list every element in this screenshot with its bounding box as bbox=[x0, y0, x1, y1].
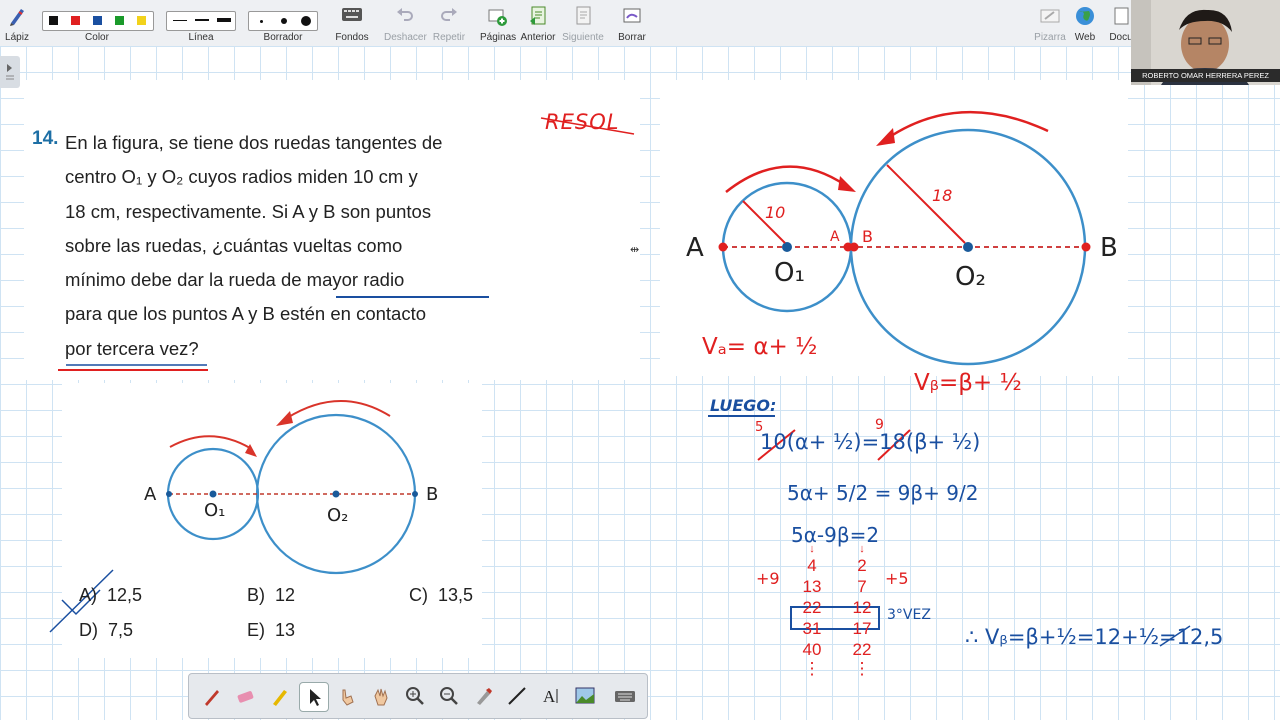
text-tool-icon: A bbox=[543, 687, 558, 706]
pen-tool-button[interactable] bbox=[197, 682, 225, 710]
annotation-eq2: 5α+ 5/2 = 9β+ 9/2 bbox=[787, 481, 979, 505]
zoom-in-button[interactable] bbox=[401, 682, 429, 710]
beta-value: 12 bbox=[852, 598, 872, 617]
enlarged-label-b: B bbox=[1100, 233, 1118, 263]
beta-value: 17 bbox=[852, 619, 872, 638]
radius-label-18: 18 bbox=[932, 186, 953, 205]
zoom-out-icon bbox=[440, 687, 458, 705]
annotation-resol: RESOL bbox=[545, 110, 620, 134]
pointer-icon bbox=[310, 689, 321, 706]
image-tool-icon bbox=[575, 687, 595, 704]
annotation-va: Vₐ= α+ ½ bbox=[702, 334, 818, 360]
marker-icon bbox=[273, 690, 287, 706]
presenter-name: ROBERTO OMAR HERRERA PEREZ bbox=[1131, 69, 1280, 82]
enlarged-label-a: A bbox=[686, 233, 704, 263]
annotation-final-answer: ∴ Vᵦ=β+½=12+½=12,5 bbox=[965, 625, 1224, 649]
webcam-overlay: ROBERTO OMAR HERRERA PEREZ bbox=[1131, 0, 1280, 85]
annotation-plus5: +5 bbox=[885, 569, 909, 588]
alpha-value: 13 bbox=[802, 577, 822, 596]
beta-value: ⋮ bbox=[853, 659, 871, 678]
beta-value: 22 bbox=[852, 640, 872, 659]
eraser-tool-button[interactable] bbox=[231, 682, 259, 710]
image-tool-button[interactable] bbox=[571, 682, 599, 710]
pointer-tool-button[interactable] bbox=[299, 682, 329, 712]
enlarged-label-o1: O₁ bbox=[774, 258, 805, 288]
beta-column: ↓ 2 7 12 17 22 ⋮ bbox=[850, 543, 874, 678]
keyboard-tool-button[interactable] bbox=[611, 682, 639, 710]
pan-tool-button[interactable] bbox=[367, 682, 395, 710]
annotation-plus9: +9 bbox=[756, 569, 780, 588]
highlighter-eraser-icon bbox=[237, 691, 254, 703]
beta-value: 2 bbox=[857, 556, 867, 575]
alpha-value: 22 bbox=[802, 598, 822, 617]
alpha-value: 31 bbox=[802, 619, 822, 638]
pen-icon bbox=[205, 690, 219, 706]
line-tool-icon bbox=[508, 687, 526, 705]
marker-tool-button[interactable] bbox=[265, 682, 293, 710]
drawing-tools-bar: A bbox=[188, 673, 648, 719]
text-tool-button[interactable]: A bbox=[537, 682, 565, 710]
annotation-tercera-vez: 3°VEZ bbox=[887, 607, 931, 623]
beta-value: 7 bbox=[857, 577, 867, 596]
hand-pointer-icon bbox=[342, 689, 354, 706]
contact-label-a: A bbox=[830, 229, 840, 245]
contact-label-b: B bbox=[862, 227, 873, 246]
zoom-in-icon bbox=[406, 687, 424, 705]
alpha-column: ↓ 4 13 22 31 40 ⋮ bbox=[800, 543, 824, 678]
alpha-value: 40 bbox=[802, 640, 822, 659]
keyboard-icon bbox=[615, 691, 635, 702]
annotation-eq1: 10(α+ ½)=18(β+ ½) bbox=[760, 430, 981, 454]
hand-pan-icon bbox=[374, 688, 388, 706]
eyedropper-tool-button[interactable] bbox=[469, 682, 497, 710]
annotation-eq1-5: 5 bbox=[755, 420, 764, 435]
line-tool-button[interactable] bbox=[503, 682, 531, 710]
zoom-out-button[interactable] bbox=[435, 682, 463, 710]
alpha-value: 4 bbox=[807, 556, 817, 575]
alpha-value: ⋮ bbox=[803, 659, 821, 678]
annotation-luego: LUEGO: bbox=[710, 396, 777, 415]
resize-cursor-icon: ⇹ bbox=[630, 243, 640, 256]
annotation-vb: Vᵦ=β+ ½ bbox=[914, 370, 1022, 396]
enlarged-label-o2: O₂ bbox=[955, 262, 986, 292]
radius-label-10: 10 bbox=[765, 203, 786, 222]
enlarged-wheels-figure bbox=[540, 110, 1191, 647]
hand-pointer-tool-button[interactable] bbox=[333, 682, 361, 710]
eyedropper-icon bbox=[477, 688, 492, 705]
svg-text:A: A bbox=[543, 687, 556, 706]
annotation-eq1-9: 9 bbox=[875, 417, 884, 433]
